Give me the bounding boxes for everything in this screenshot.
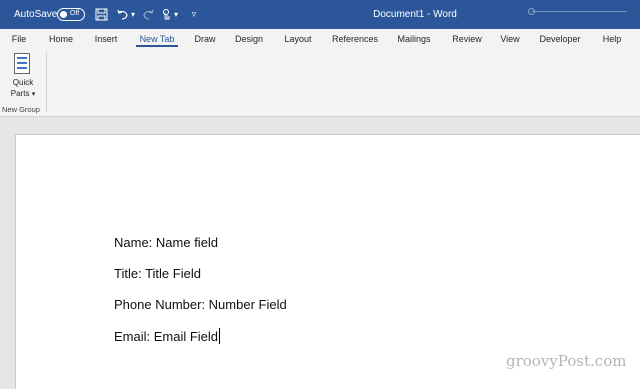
- tab-references[interactable]: References: [329, 29, 381, 48]
- document-line-name[interactable]: Name: Name field: [114, 235, 218, 250]
- autosave-toggle[interactable]: Off: [57, 8, 85, 21]
- quick-parts-button[interactable]: Quick Parts ▾: [5, 51, 41, 101]
- ribbon-tabs: File Home Insert New Tab Draw Design Lay…: [0, 29, 640, 48]
- document-title: Document1 - Word: [373, 9, 457, 20]
- decorative-line: [532, 11, 627, 12]
- chevron-down-icon: ▾: [31, 91, 36, 98]
- tab-developer[interactable]: Developer: [535, 29, 585, 48]
- watermark: groovyPost.com: [506, 352, 627, 370]
- autosave-label: AutoSave: [14, 9, 58, 20]
- tab-insert[interactable]: Insert: [89, 29, 123, 48]
- group-label: New Group: [2, 105, 40, 114]
- save-icon[interactable]: [93, 0, 109, 29]
- toggle-knob: [60, 11, 67, 18]
- redo-icon[interactable]: [140, 0, 156, 29]
- quick-parts-icon: [14, 53, 30, 74]
- quick-parts-label-1: Quick: [12, 78, 34, 87]
- tab-design[interactable]: Design: [231, 29, 267, 48]
- tab-help[interactable]: Help: [598, 29, 626, 48]
- ribbon: Quick Parts ▾ New Group: [0, 48, 640, 117]
- touch-dropdown-icon[interactable]: ▾: [172, 0, 180, 29]
- tab-new-tab[interactable]: New Tab: [136, 29, 178, 48]
- tab-review[interactable]: Review: [448, 29, 486, 48]
- tab-mailings[interactable]: Mailings: [393, 29, 435, 48]
- document-line-email[interactable]: Email: Email Field: [114, 328, 221, 344]
- tab-layout[interactable]: Layout: [280, 29, 316, 48]
- text-caret: [219, 328, 221, 344]
- document-page[interactable]: Name: Name field Title: Title Field Phon…: [15, 134, 640, 389]
- title-bar: AutoSave Off ▾ ▾ ▿ Document1 - Word: [0, 0, 640, 29]
- undo-icon[interactable]: [114, 0, 130, 29]
- quick-parts-label-2: Parts ▾: [10, 89, 36, 98]
- customize-qat-icon[interactable]: ▿: [186, 0, 202, 29]
- tab-file[interactable]: File: [6, 29, 32, 48]
- undo-dropdown-icon[interactable]: ▾: [129, 0, 137, 29]
- autosave-state: Off: [70, 10, 80, 17]
- tab-draw[interactable]: Draw: [191, 29, 219, 48]
- document-line-title[interactable]: Title: Title Field: [114, 266, 201, 281]
- tab-home[interactable]: Home: [44, 29, 78, 48]
- group-separator: [46, 52, 47, 112]
- document-line-phone[interactable]: Phone Number: Number Field: [114, 297, 287, 312]
- tab-view[interactable]: View: [497, 29, 523, 48]
